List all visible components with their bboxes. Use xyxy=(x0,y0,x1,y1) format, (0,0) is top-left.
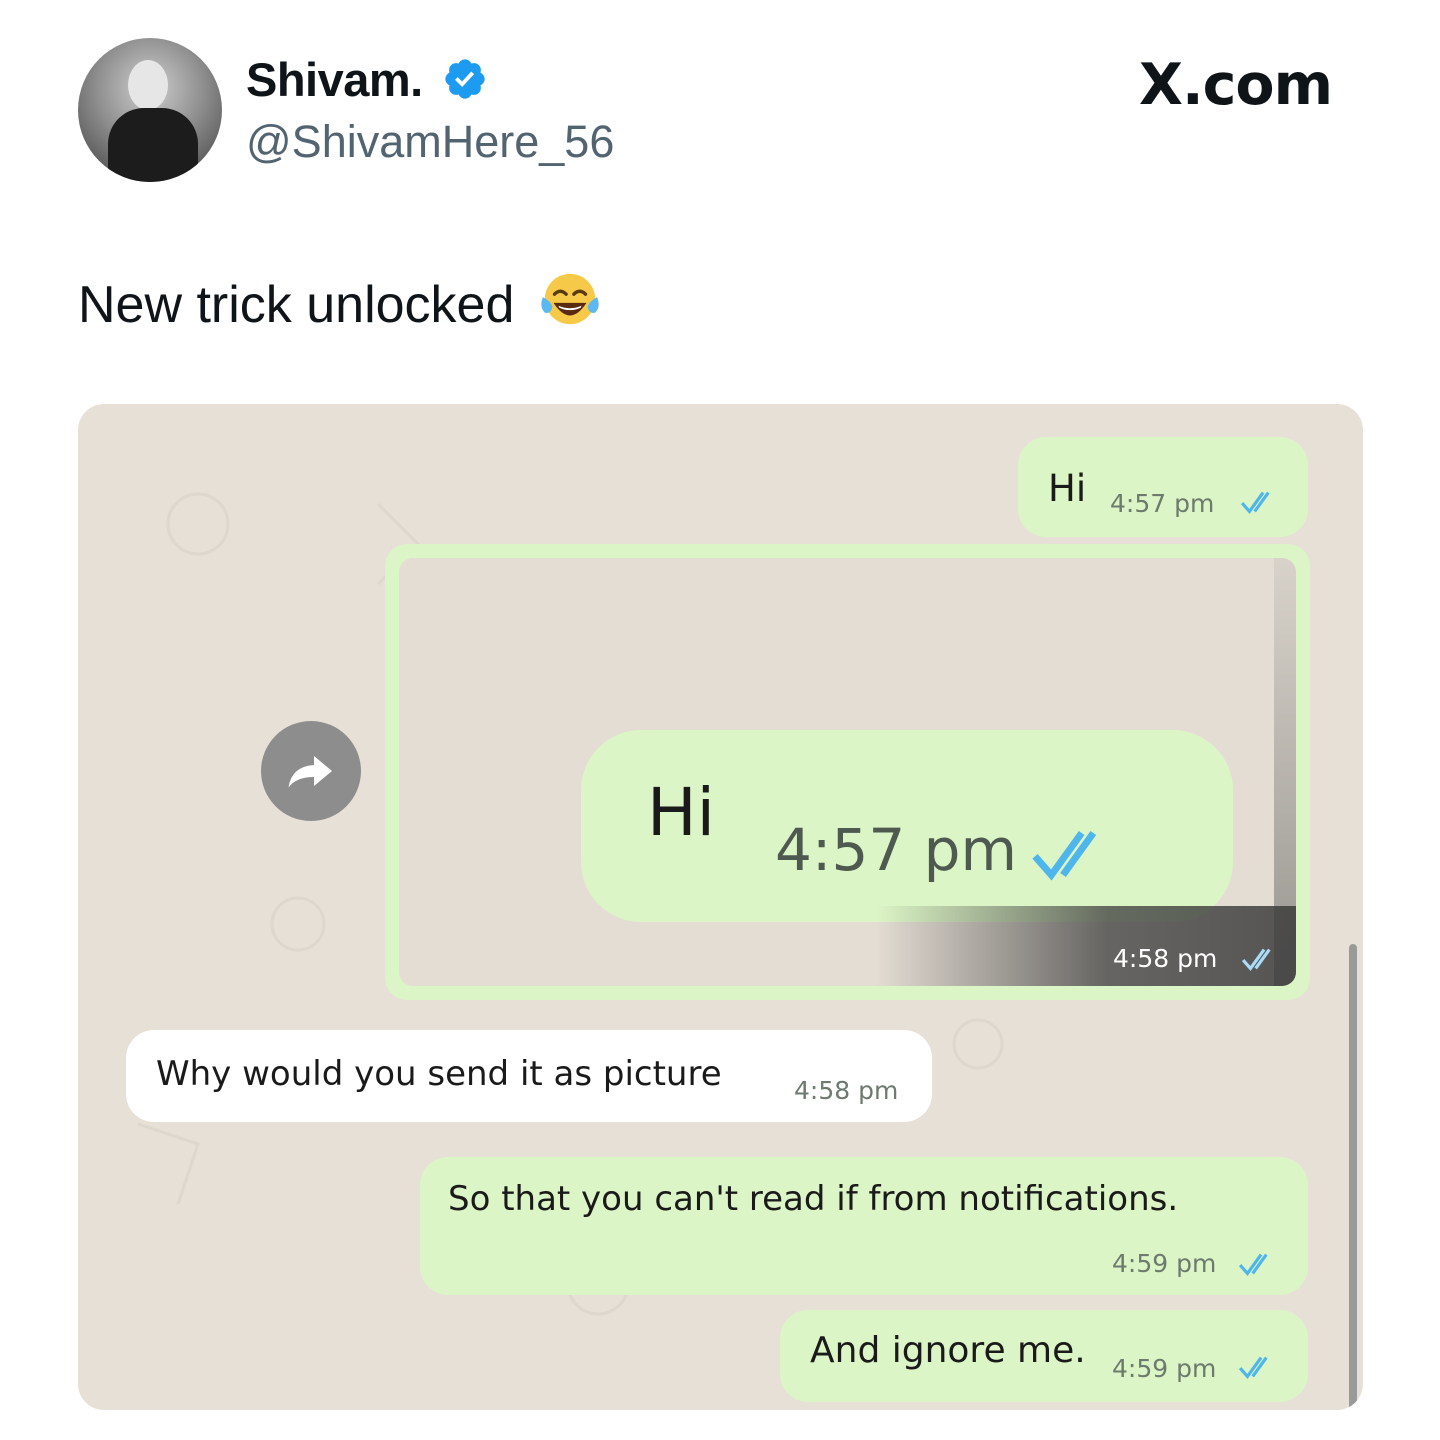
author-display-name[interactable]: Shivam. xyxy=(246,52,423,107)
read-receipt-icon xyxy=(1238,1356,1268,1379)
image-attachment[interactable]: Hi 4:57 pm xyxy=(399,558,1296,986)
outgoing-message-bubble[interactable]: And ignore me. 4:59 pm xyxy=(780,1310,1308,1402)
forward-arrow-icon xyxy=(288,756,332,788)
message-time: 4:58 pm xyxy=(1113,944,1218,973)
verified-badge-icon xyxy=(445,59,485,99)
author-handle[interactable]: @ShivamHere_56 xyxy=(246,116,614,168)
outgoing-message-bubble[interactable]: So that you can't read if from notificat… xyxy=(420,1157,1308,1295)
read-receipt-icon xyxy=(1238,1253,1268,1276)
message-text: Why would you send it as picture xyxy=(156,1054,722,1094)
message-time: 4:58 pm xyxy=(794,1076,899,1105)
tweet-text-content: New trick unlocked xyxy=(78,276,515,334)
tweet-post: Shivam. @ShivamHere_56 X.com New trick u… xyxy=(0,0,1440,1440)
message-text: So that you can't read if from notificat… xyxy=(448,1179,1179,1219)
message-time: 4:59 pm xyxy=(1112,1354,1217,1383)
image-inner-text: Hi xyxy=(647,774,715,851)
read-receipt-icon xyxy=(1241,948,1271,971)
outgoing-message-bubble[interactable]: Hi 4:57 pm xyxy=(1018,437,1308,537)
x-logo: X.com xyxy=(1139,52,1333,118)
avatar[interactable] xyxy=(78,38,222,182)
image-inner-bubble: Hi 4:57 pm xyxy=(581,730,1233,922)
chat-screenshot: Hi 4:57 pm Hi 4:57 pm 4:58 pm Why would … xyxy=(78,404,1363,1410)
scrollbar[interactable] xyxy=(1349,944,1357,1410)
laughing-tears-emoji-icon xyxy=(541,273,599,325)
message-text: Hi xyxy=(1048,467,1087,510)
forward-share-button[interactable] xyxy=(261,721,361,821)
message-time: 4:57 pm xyxy=(1110,489,1215,518)
message-time: 4:59 pm xyxy=(1112,1249,1217,1278)
read-receipt-icon xyxy=(1240,491,1270,514)
tweet-text: New trick unlocked xyxy=(78,268,601,335)
image-message-bubble[interactable]: Hi 4:57 pm 4:58 pm xyxy=(385,544,1310,1000)
image-inner-read-icon xyxy=(1032,830,1097,881)
message-text: And ignore me. xyxy=(810,1330,1086,1371)
image-inner-time: 4:57 pm xyxy=(775,816,1017,884)
incoming-message-bubble[interactable]: Why would you send it as picture 4:58 pm xyxy=(126,1030,932,1122)
